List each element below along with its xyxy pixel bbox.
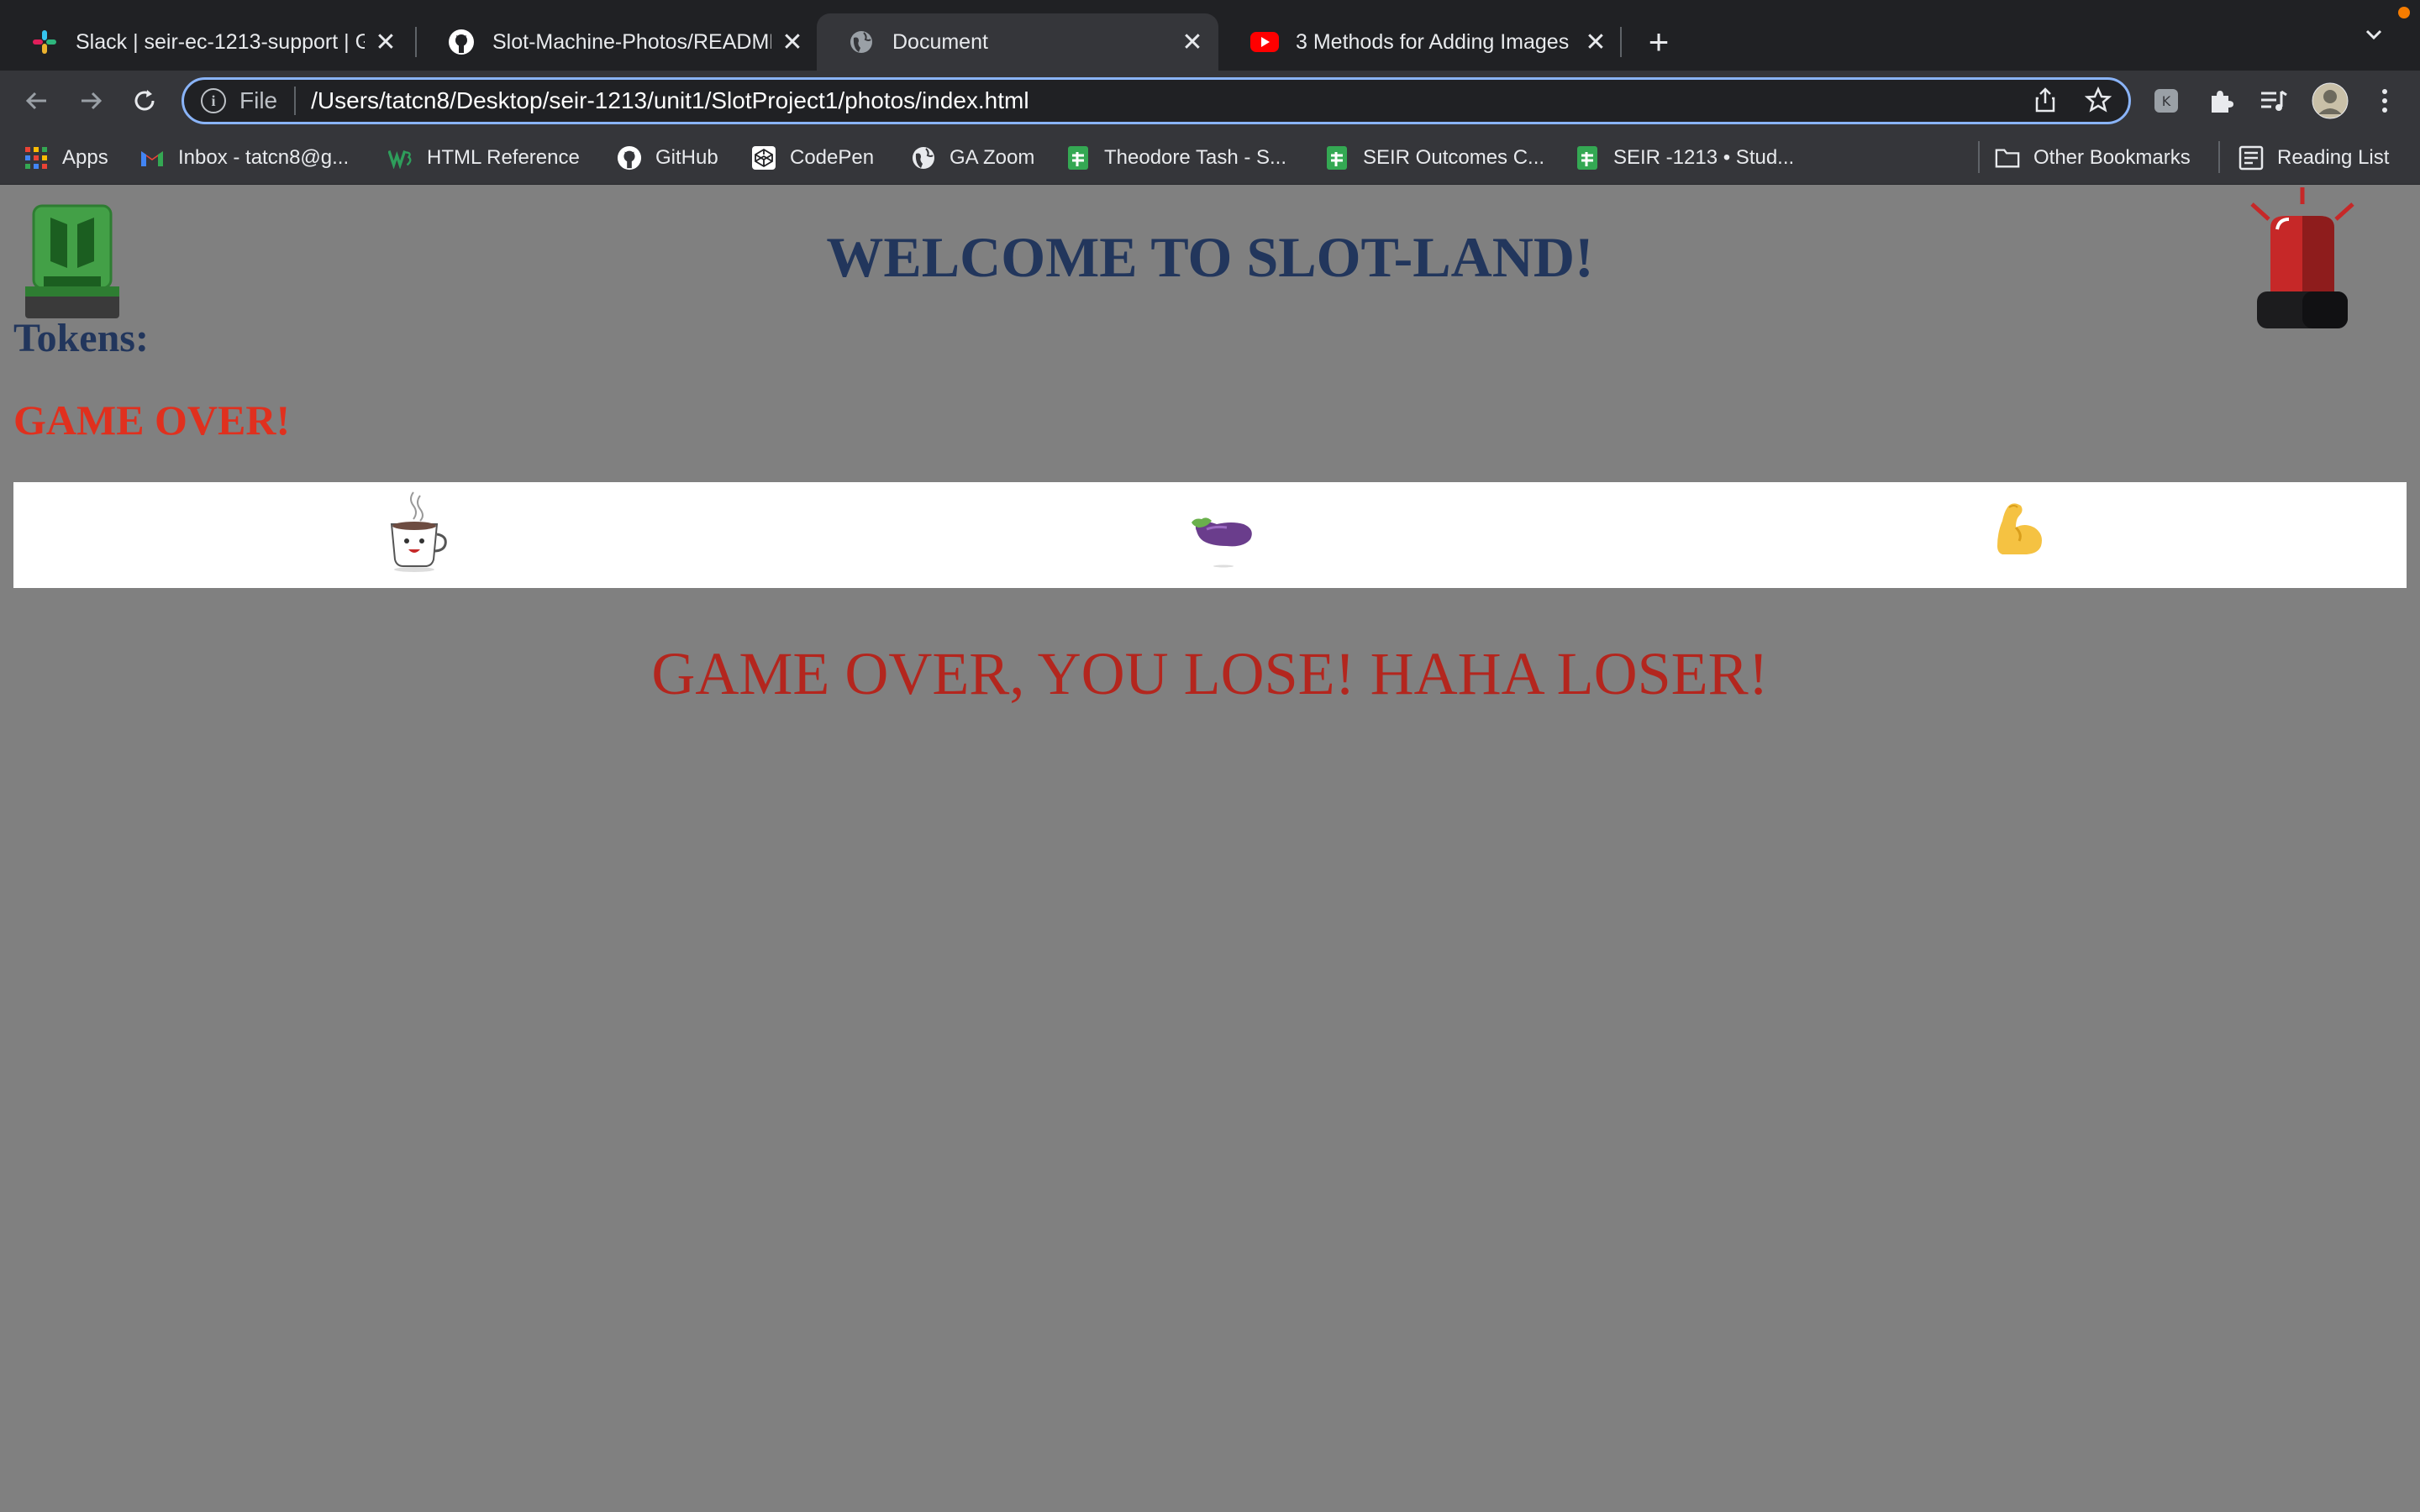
- tab-slack[interactable]: Slack | seir-ec-1213-support | G ✕: [0, 13, 412, 71]
- bookmark-reading-list[interactable]: Reading List: [2238, 143, 2389, 173]
- address-bar[interactable]: i File /Users/tatcn8/Desktop/seir-1213/u…: [182, 77, 2131, 124]
- forward-button[interactable]: [71, 81, 111, 121]
- tab-youtube[interactable]: 3 Methods for Adding Images t ✕: [1220, 13, 1622, 71]
- coffee-cup-icon: [390, 491, 447, 572]
- youtube-icon: [1250, 28, 1279, 56]
- sheets-icon: [1065, 145, 1091, 171]
- reload-button[interactable]: [124, 81, 165, 121]
- status-message: GAME OVER!: [13, 396, 291, 444]
- browser-tab-bar: Slack | seir-ec-1213-support | G ✕ Slot-…: [0, 0, 2420, 71]
- bookmark-divider: [1978, 141, 1980, 173]
- github-icon: [447, 28, 476, 56]
- flexed-biceps-icon: [1997, 503, 2042, 554]
- svg-text:K: K: [2162, 93, 2171, 109]
- globe-icon: [847, 28, 876, 56]
- new-tab-button[interactable]: +: [1639, 22, 1679, 62]
- more-menu-icon[interactable]: [2368, 84, 2402, 118]
- bookmark-label: Other Bookmarks: [2033, 146, 2191, 169]
- update-indicator-dot: [2398, 7, 2410, 18]
- bookmark-github[interactable]: GitHub: [617, 143, 718, 173]
- bookmark-label: Apps: [62, 146, 108, 169]
- bookmark-label: HTML Reference: [427, 146, 580, 169]
- sheets-icon: [1575, 145, 1600, 171]
- bookmark-codepen[interactable]: CodePen: [751, 143, 874, 173]
- bookmark-ga-zoom[interactable]: GA Zoom: [911, 143, 1034, 173]
- browser-toolbar: i File /Users/tatcn8/Desktop/seir-1213/u…: [0, 71, 2420, 131]
- bookmark-apps[interactable]: Apps: [24, 143, 108, 173]
- slot-reel-3: [1986, 489, 2054, 576]
- url-text[interactable]: /Users/tatcn8/Desktop/seir-1213/unit1/Sl…: [311, 87, 1028, 114]
- media-queue-icon[interactable]: [2257, 84, 2291, 118]
- bookmark-label: CodePen: [790, 146, 875, 169]
- tab-search-chevron-icon[interactable]: [2363, 24, 2385, 51]
- arrow-right-icon: [82, 92, 103, 110]
- slot-reel-1: [383, 489, 450, 576]
- bookmark-label: Theodore Tash - S...: [1104, 146, 1287, 169]
- info-icon[interactable]: i: [201, 88, 226, 113]
- github-icon: [617, 145, 642, 171]
- reading-list-icon: [2238, 145, 2264, 171]
- bookmark-label: SEIR -1213 • Stud...: [1613, 146, 1795, 169]
- bookmark-divider: [2218, 141, 2220, 173]
- puzzle-icon[interactable]: [2203, 84, 2237, 118]
- address-divider: [294, 87, 297, 115]
- bookmark-seir-1213[interactable]: SEIR -1213 • Stud...: [1575, 143, 1794, 173]
- slot-reels: [13, 482, 2407, 588]
- close-icon[interactable]: ✕: [1178, 28, 1207, 56]
- tab-title: Document: [892, 29, 988, 54]
- tab-title: 3 Methods for Adding Images t: [1296, 29, 1575, 54]
- bookmark-star-icon[interactable]: [2084, 86, 2112, 120]
- result-message: GAME OVER, YOU LOSE! HAHA LOSER!: [651, 640, 1769, 707]
- tab-title: Slack | seir-ec-1213-support | G: [76, 29, 365, 54]
- close-icon[interactable]: ✕: [1581, 28, 1610, 56]
- page-title: WELCOME TO SLOT-LAND!: [826, 225, 1594, 289]
- slot-reel-2: [1190, 489, 1257, 576]
- apps-grid-icon: [24, 145, 49, 171]
- close-icon[interactable]: ✕: [371, 28, 400, 56]
- bookmark-label: GA Zoom: [950, 146, 1035, 169]
- red-siren-icon: [2244, 186, 2361, 330]
- gmail-icon: [139, 145, 165, 171]
- slack-icon: [30, 28, 59, 56]
- share-icon[interactable]: [2033, 87, 2058, 120]
- codepen-icon: [751, 145, 776, 171]
- tab-divider: [1620, 27, 1622, 57]
- url-scheme-label: File: [239, 87, 278, 113]
- bookmark-theodore-tash[interactable]: Theodore Tash - S...: [1065, 143, 1286, 173]
- bookmark-label: SEIR Outcomes C...: [1363, 146, 1545, 169]
- bookmark-label: Reading List: [2277, 146, 2390, 169]
- tab-title: Slot-Machine-Photos/README: [492, 29, 771, 54]
- close-icon[interactable]: ✕: [778, 28, 807, 56]
- w3-icon: [388, 145, 413, 171]
- bookmark-html-reference[interactable]: HTML Reference: [388, 143, 580, 173]
- bookmark-other-bookmarks[interactable]: Other Bookmarks: [1995, 143, 2191, 173]
- bookmark-label: GitHub: [655, 146, 718, 169]
- back-button[interactable]: [17, 81, 57, 121]
- avatar[interactable]: [2311, 81, 2349, 120]
- arrow-left-icon: [25, 92, 46, 110]
- tab-document[interactable]: Document ✕: [817, 13, 1218, 71]
- bookmark-inbox[interactable]: Inbox - tatcn8@g...: [139, 143, 349, 173]
- globe-icon: [911, 145, 936, 171]
- page-content: WELCOME TO SLOT-LAND! Tokens: GAME OVER!: [0, 186, 2420, 1512]
- reload-icon: [134, 90, 155, 111]
- tab-github[interactable]: Slot-Machine-Photos/README ✕: [417, 13, 818, 71]
- extension-icon[interactable]: K: [2149, 84, 2183, 118]
- bookmark-seir-outcomes[interactable]: SEIR Outcomes C...: [1324, 143, 1544, 173]
- folder-icon: [1995, 145, 2020, 171]
- sheets-icon: [1324, 145, 1349, 171]
- tokens-label: Tokens:: [13, 316, 149, 360]
- eggplant-icon: [1192, 517, 1252, 568]
- bookmark-label: Inbox - tatcn8@g...: [178, 146, 350, 169]
